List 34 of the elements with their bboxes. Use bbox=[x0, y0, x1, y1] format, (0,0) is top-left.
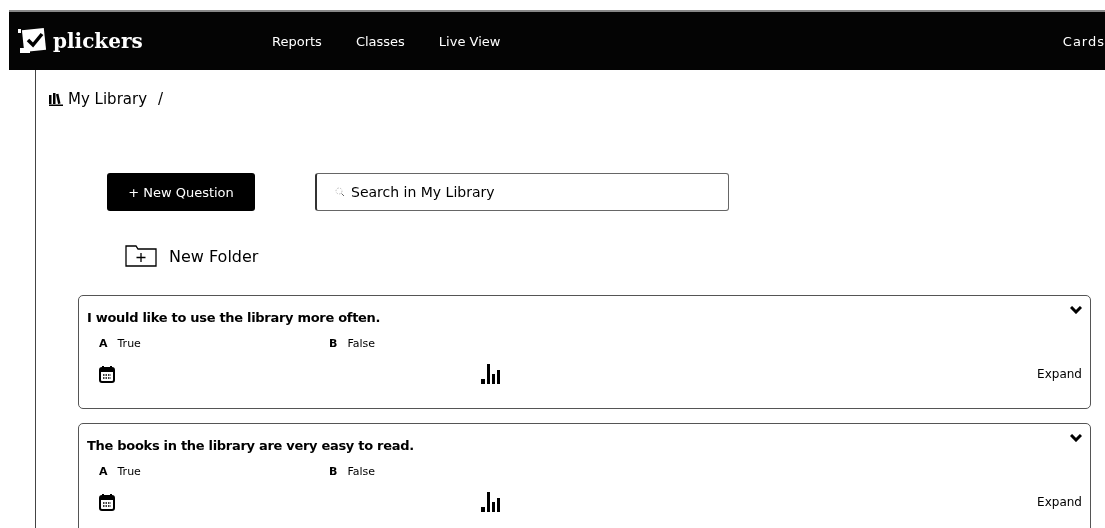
checkmark-card-logo-icon bbox=[17, 26, 47, 56]
chevron-down-icon[interactable] bbox=[1070, 306, 1082, 314]
calendar-icon[interactable] bbox=[99, 493, 115, 511]
choice-text: False bbox=[347, 465, 375, 478]
question-text: The books in the library are very easy to read. bbox=[87, 438, 415, 453]
choice-text: True bbox=[117, 337, 141, 350]
choice-text: False bbox=[347, 337, 375, 350]
calendar-icon[interactable] bbox=[99, 365, 115, 383]
question-card[interactable]: I would like to use the library more often. A True B False Expand bbox=[78, 295, 1091, 409]
nav-link[interactable]: Classes bbox=[355, 33, 405, 49]
books-icon bbox=[49, 92, 63, 106]
bar-chart-icon[interactable] bbox=[481, 364, 503, 384]
choice-text: True bbox=[117, 465, 141, 478]
expand-link[interactable]: Expand bbox=[1037, 495, 1082, 509]
breadcrumb-separator: / bbox=[158, 90, 164, 108]
choice-letter: B bbox=[329, 465, 338, 478]
choice-letter: A bbox=[99, 465, 108, 478]
choice-letter: B bbox=[329, 337, 338, 350]
search-field[interactable]: Search in My Library bbox=[315, 173, 729, 211]
brand-name[interactable]: plickers bbox=[53, 29, 143, 53]
expand-link[interactable]: Expand bbox=[1037, 367, 1082, 381]
new-folder-icon bbox=[125, 245, 157, 267]
nav-link[interactable]: Live View bbox=[438, 33, 501, 49]
nav-link[interactable]: Cards bbox=[1062, 33, 1105, 49]
search-icon bbox=[335, 187, 345, 197]
choice-letter: A bbox=[99, 337, 108, 350]
breadcrumb-link[interactable]: My Library bbox=[68, 90, 148, 108]
question-text: I would like to use the library more often. bbox=[87, 310, 382, 325]
question-card[interactable]: The books in the library are very easy to read. A True B False Expand bbox=[78, 423, 1091, 528]
chevron-down-icon[interactable] bbox=[1070, 434, 1082, 442]
new-question-button[interactable]: + New Question bbox=[107, 173, 255, 211]
new-folder-link[interactable]: New Folder bbox=[169, 246, 259, 266]
bar-chart-icon[interactable] bbox=[481, 492, 503, 512]
nav-link[interactable]: Reports bbox=[272, 33, 322, 49]
